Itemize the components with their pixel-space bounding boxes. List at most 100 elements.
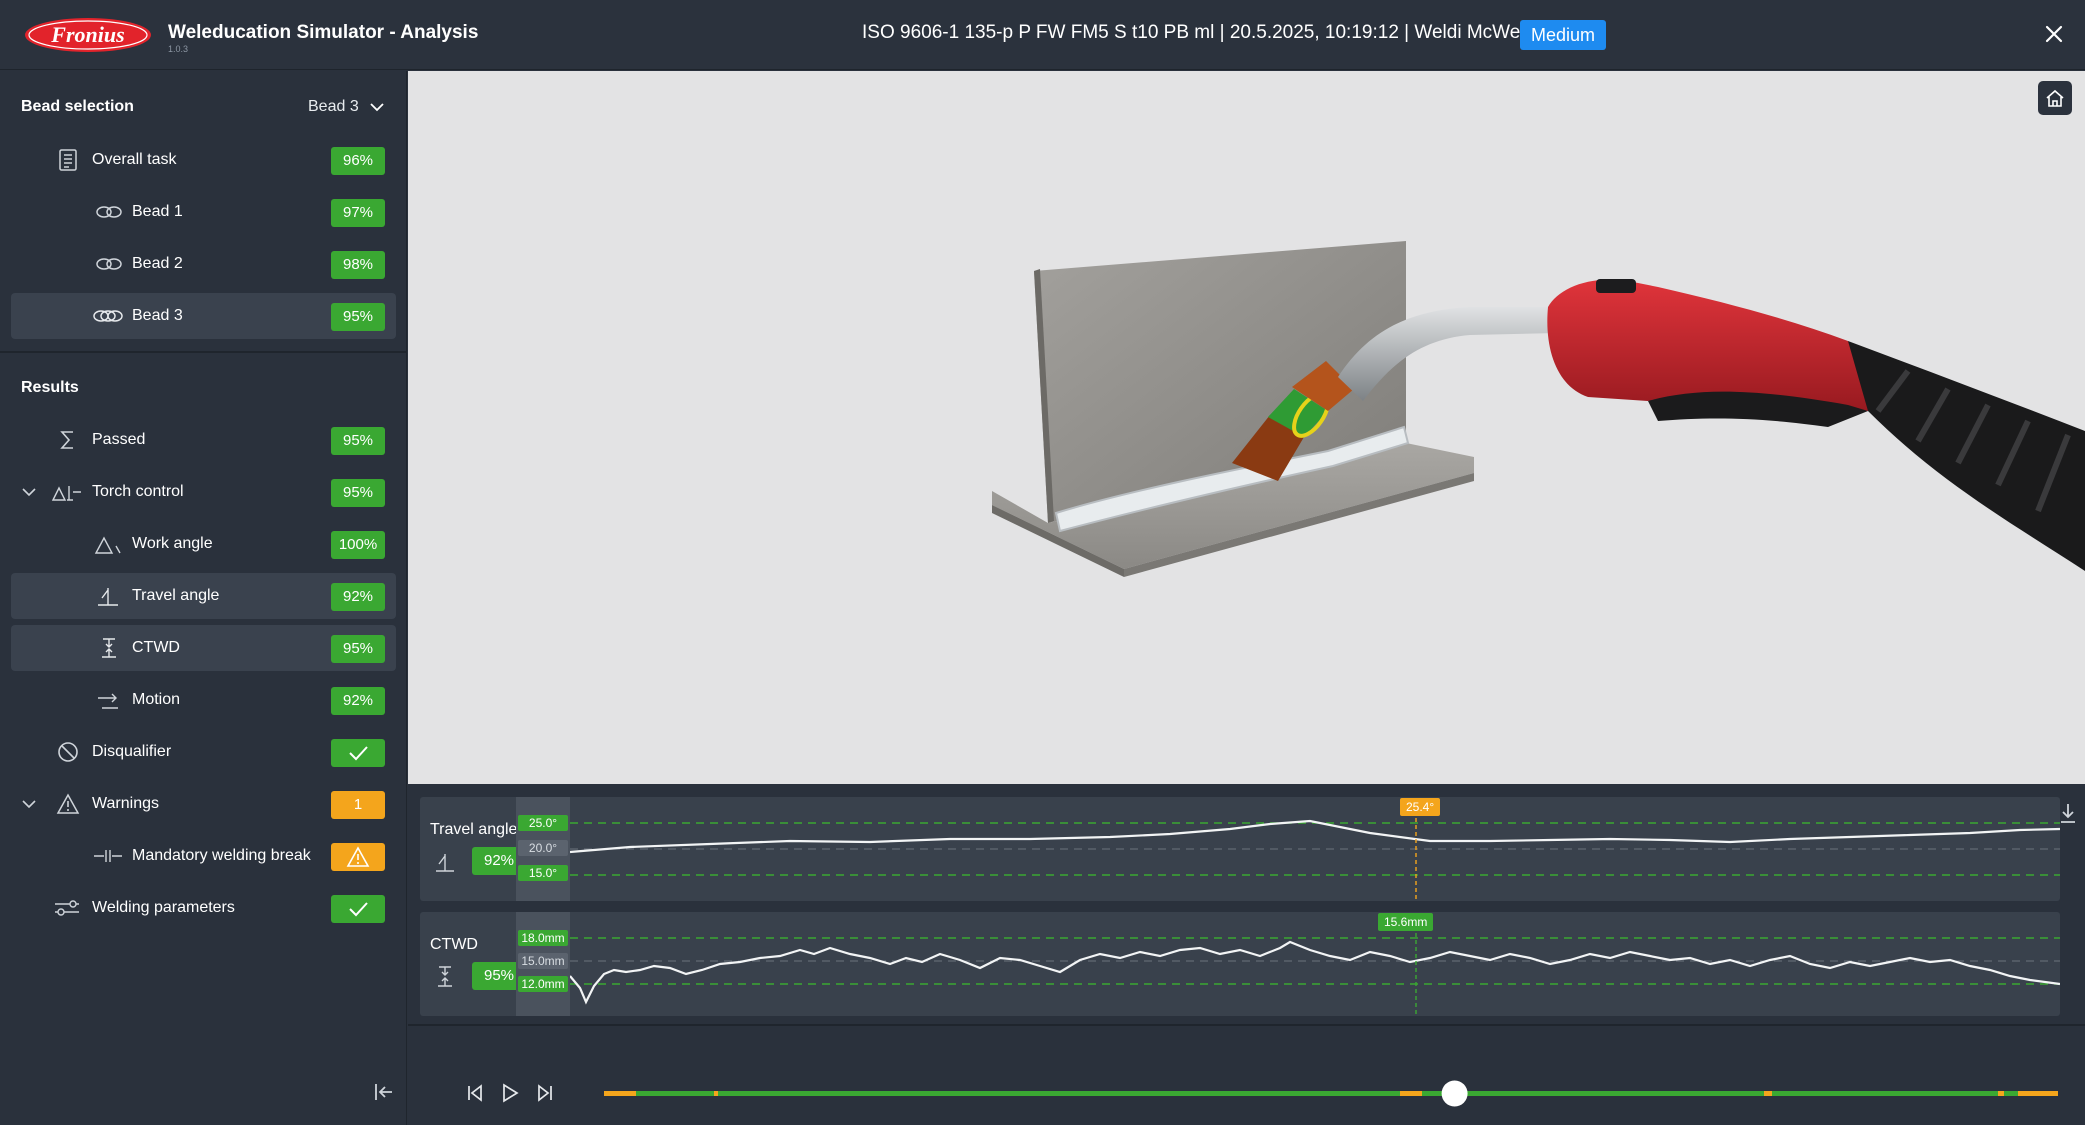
svg-text:Fronius: Fronius [50,22,124,47]
motion-label: Motion [132,691,181,708]
mandatory-break-status [331,843,385,871]
work-angle-label: Work angle [132,535,213,552]
mandatory-break-item[interactable]: Mandatory welding break [11,833,396,879]
travel-angle-label: Travel angle [132,587,220,604]
ctwd-ref-high: 18.0mm [518,930,568,946]
passed-score: 95% [331,427,385,455]
work-angle-icon [94,536,121,554]
bead-3-item[interactable]: Bead 3 95% [11,293,396,339]
travel-angle-icon [436,854,454,872]
sliders-icon [55,900,79,916]
passed-label: Passed [92,431,146,448]
timeline-divider [408,1024,2085,1026]
bead-1-score: 97% [331,199,385,227]
app-title: Weleducation Simulator - Analysis [168,22,479,43]
welding-parameters-label: Welding parameters [92,899,235,916]
travel-angle-icon [98,588,118,606]
travel-angle-ref-low: 15.0° [518,865,568,881]
ctwd-ref-low: 12.0mm [518,976,568,992]
sidebar: Bead selection Bead 3 Overall task 96% B… [0,71,407,1125]
warnings-item[interactable]: Warnings 1 [11,781,396,827]
ctwd-graph-title: CTWD [430,936,478,953]
bead-dropdown-value: Bead 3 [308,98,359,115]
fronius-logo: Fronius [25,18,151,52]
bead-2-score: 98% [331,251,385,279]
welding-parameters-item[interactable]: Welding parameters [11,885,396,931]
chevron-down-icon [370,103,384,112]
ctwd-plot [570,926,2060,1016]
motion-item[interactable]: Motion 92% [11,677,396,723]
ctwd-label: CTWD [132,639,180,656]
chevron-down-icon[interactable] [20,795,38,813]
ctwd-ref-mid: 15.0mm [518,953,568,969]
torch-control-label: Torch control [92,483,184,500]
level-badge: Medium [1520,20,1607,50]
travel-angle-score: 92% [331,583,385,611]
check-icon [349,746,368,761]
motion-arrow-icon [98,693,118,709]
3d-viewport[interactable] [408,71,2085,784]
timeline-scrubber[interactable] [1441,1080,1468,1107]
overall-task-item[interactable]: Overall task 96% [11,137,396,183]
travel-angle-graph-title: Travel angle [430,821,518,838]
list-icon [59,149,77,171]
no-entry-icon [58,742,78,762]
bead-3-score: 95% [331,303,385,331]
app-version: 1.0.3 [168,44,189,54]
app-header: Fronius Weleducation Simulator - Analysi… [0,0,2085,70]
sidebar-divider [0,351,406,353]
close-icon[interactable] [2040,20,2068,48]
sigma-icon [60,431,73,449]
analysis-panel: Travel angle 92% 25.0° 20.0° 15.0° 25.4°… [408,784,2085,1125]
warning-icon [56,793,80,814]
chevron-down-icon[interactable] [20,483,38,501]
playback-timeline[interactable] [604,1079,2058,1109]
bead-single-icon [96,206,122,218]
ctwd-icon [102,638,116,658]
bead-1-item[interactable]: Bead 1 97% [11,189,396,235]
weld-scene [992,241,2085,577]
travel-angle-plot [570,811,2060,901]
travel-angle-item[interactable]: Travel angle 92% [11,573,396,619]
warning-icon [346,846,370,867]
torch-handle [1547,279,1888,411]
check-icon [349,902,368,917]
skip-forward-icon[interactable] [534,1082,556,1104]
travel-angle-graph[interactable]: Travel angle 92% 25.0° 20.0° 15.0° 25.4° [420,797,2060,901]
results-title: Results [21,379,79,396]
ctwd-score: 95% [331,635,385,663]
play-icon[interactable] [499,1082,521,1104]
skip-back-icon[interactable] [464,1082,486,1104]
disqualifier-label: Disqualifier [92,743,172,760]
work-angle-item[interactable]: Work angle 100% [11,521,396,567]
mandatory-break-label: Mandatory welding break [132,847,311,864]
torch-control-item[interactable]: Torch control 95% [11,469,396,515]
travel-angle-ref-mid: 20.0° [518,840,568,856]
collapse-sidebar-icon[interactable] [372,1080,396,1104]
home-view-button[interactable] [2038,81,2072,115]
torch-hose [1848,341,2085,571]
bead-3-label: Bead 3 [132,307,183,324]
ctwd-icon [438,966,452,987]
pause-break-icon [94,850,122,862]
ctwd-item[interactable]: CTWD 95% [11,625,396,671]
bead-double-icon [96,258,122,270]
ctwd-marker-label: 15.6mm [1378,913,1434,931]
warnings-label: Warnings [92,795,159,812]
travel-angle-ref-high: 25.0° [518,815,568,831]
ctwd-graph[interactable]: CTWD 95% 18.0mm 15.0mm 12.0mm 15.6mm [420,912,2060,1016]
travel-angle-marker-label: 25.4° [1400,798,1441,816]
disqualifier-item[interactable]: Disqualifier [11,729,396,775]
download-icon[interactable] [2058,802,2078,824]
torch-control-score: 95% [331,479,385,507]
bead-selection-title: Bead selection [21,98,134,115]
motion-score: 92% [331,687,385,715]
bead-1-label: Bead 1 [132,203,183,220]
bead-2-item[interactable]: Bead 2 98% [11,241,396,287]
overall-task-score: 96% [331,147,385,175]
passed-item[interactable]: Passed 95% [11,417,396,463]
overall-task-label: Overall task [92,151,177,168]
task-info: ISO 9606-1 135-p P FW FM5 S t10 PB ml | … [862,22,1552,43]
bead-dropdown[interactable]: Bead 3 [308,98,385,116]
bead-triple-icon [93,310,123,322]
